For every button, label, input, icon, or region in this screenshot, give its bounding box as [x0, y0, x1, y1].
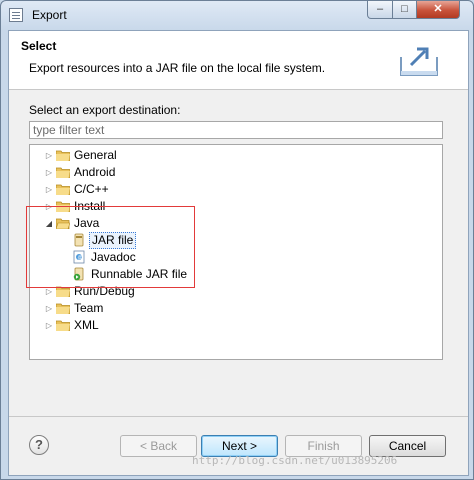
tree-item-label: Android — [74, 165, 116, 179]
folder-icon — [56, 303, 70, 314]
help-icon[interactable]: ? — [29, 435, 49, 455]
expand-arrow-icon[interactable]: ▷ — [44, 317, 54, 334]
expand-arrow-icon[interactable]: ▷ — [44, 300, 54, 317]
folder-icon — [56, 150, 70, 161]
filter-input[interactable] — [29, 121, 443, 139]
window-icon — [9, 8, 23, 22]
footer-separator — [9, 416, 468, 417]
page-title: Select — [21, 39, 57, 53]
destination-label: Select an export destination: — [29, 103, 181, 117]
tree-item-label: Team — [74, 301, 104, 315]
minimize-button[interactable]: – — [367, 1, 393, 19]
wizard-header: Select Export resources into a JAR file … — [9, 31, 468, 90]
tree-item-label: XML — [74, 318, 99, 332]
window-title: Export — [32, 8, 67, 22]
tree-item-label: General — [74, 148, 117, 162]
export-dialog: Export – □ ✕ Select Export resources int… — [0, 0, 474, 480]
title-bar[interactable]: Export – □ ✕ — [1, 1, 473, 29]
maximize-button[interactable]: □ — [392, 1, 417, 19]
expand-arrow-icon[interactable]: ▷ — [44, 181, 54, 198]
folder-icon — [56, 320, 70, 331]
close-button[interactable]: ✕ — [416, 1, 460, 19]
expand-arrow-icon[interactable]: ▷ — [44, 164, 54, 181]
expand-arrow-icon[interactable]: ▷ — [44, 147, 54, 164]
dialog-client-area: Select Export resources into a JAR file … — [8, 30, 469, 476]
tree-item-label: C/C++ — [74, 182, 109, 196]
folder-icon — [56, 184, 70, 195]
page-description: Export resources into a JAR file on the … — [29, 61, 326, 75]
annotation-highlight-box — [26, 206, 195, 288]
folder-icon — [56, 167, 70, 178]
export-wizard-icon — [400, 47, 438, 76]
back-button[interactable]: < Back — [120, 435, 197, 457]
watermark: http://blog.csdn.net/u013895206 — [192, 454, 398, 467]
